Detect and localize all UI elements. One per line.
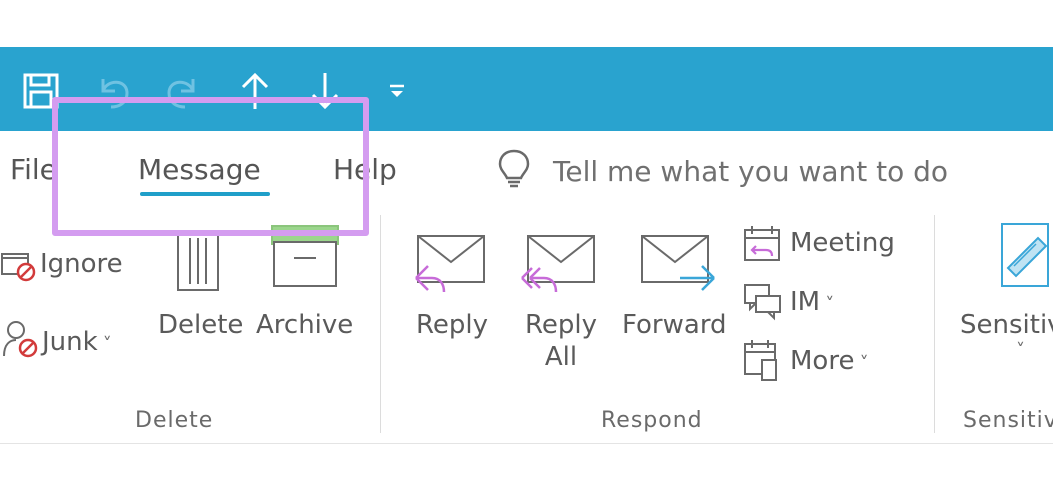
tab-file[interactable]: File — [10, 153, 57, 186]
more-button[interactable]: More ˅ — [790, 346, 869, 376]
more-icon — [742, 338, 784, 382]
archive-icon — [270, 224, 340, 290]
delete-group-label: Delete — [135, 408, 214, 433]
more-dropdown-icon: ˅ — [859, 353, 869, 374]
junk-dropdown-icon: ˅ — [102, 334, 112, 355]
reply-all-button[interactable]: Reply All — [520, 310, 602, 372]
up-arrow-icon[interactable] — [234, 70, 276, 112]
tell-me-search[interactable]: Tell me what you want to do — [497, 148, 948, 194]
down-arrow-icon[interactable] — [304, 70, 346, 112]
title-bar — [0, 47, 1053, 131]
im-label: IM — [790, 287, 821, 317]
respond-group-label: Respond — [601, 408, 703, 433]
more-label: More — [790, 346, 855, 376]
undo-icon[interactable] — [92, 70, 134, 112]
meeting-button[interactable]: Meeting — [790, 228, 895, 258]
sensitivity-label: Sensitiv — [960, 310, 1053, 340]
reply-all-label-line1: Reply — [524, 310, 597, 340]
im-button[interactable]: IM ˅ — [790, 287, 834, 317]
tab-message[interactable]: Message — [138, 153, 261, 186]
ignore-icon — [0, 250, 38, 284]
forward-icon — [636, 232, 720, 300]
im-icon — [742, 282, 784, 322]
sensitivity-icon — [998, 220, 1053, 290]
junk-button[interactable]: Junk ˅ — [42, 327, 112, 357]
save-icon[interactable] — [20, 70, 62, 112]
meeting-icon — [742, 224, 784, 264]
tell-me-text: Tell me what you want to do — [553, 154, 949, 188]
reply-icon — [410, 232, 490, 300]
delete-button[interactable]: Delete — [158, 310, 243, 340]
archive-button[interactable]: Archive — [256, 310, 353, 340]
reply-all-label-line2: All — [544, 342, 578, 372]
sensitivity-button[interactable]: Sensitiv ˅ — [960, 310, 1053, 361]
group-separator — [934, 215, 935, 433]
group-separator — [380, 215, 381, 433]
tab-message-underline — [140, 192, 270, 196]
sensitivity-group-label: Sensitiv — [963, 408, 1053, 433]
reply-all-icon — [518, 232, 598, 300]
sensitivity-dropdown-icon: ˅ — [1016, 340, 1025, 361]
delete-trash-icon — [172, 228, 224, 294]
lightbulb-icon — [497, 148, 531, 194]
tab-help[interactable]: Help — [333, 153, 397, 186]
reply-button[interactable]: Reply — [416, 310, 488, 340]
customize-toolbar-icon[interactable] — [384, 78, 410, 104]
im-dropdown-icon: ˅ — [825, 294, 835, 315]
redo-icon[interactable] — [162, 70, 204, 112]
junk-icon — [0, 318, 40, 360]
ribbon-bottom-border — [0, 443, 1053, 444]
ignore-button[interactable]: Ignore — [40, 249, 123, 279]
forward-button[interactable]: Forward — [622, 310, 727, 340]
junk-label: Junk — [42, 327, 98, 357]
